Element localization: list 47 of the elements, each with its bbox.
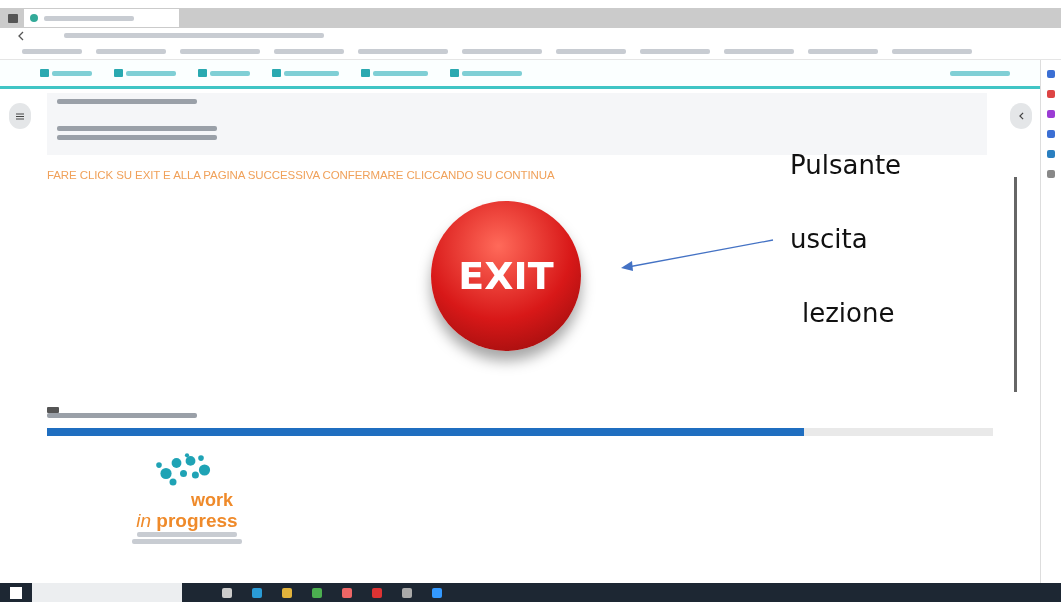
nav-link[interactable] xyxy=(40,69,92,77)
nav-link[interactable] xyxy=(114,69,176,77)
window-menu-icon[interactable] xyxy=(8,13,18,23)
taskbar-app-icon[interactable] xyxy=(342,587,352,598)
exit-button[interactable]: EXIT xyxy=(431,201,581,351)
taskbar-app-icon[interactable] xyxy=(252,587,262,598)
blurred-bookmark[interactable] xyxy=(96,48,166,54)
instruction-text: FARE CLICK SU EXIT E ALLA PAGINA SUCCESSIVA CONFERMARE CLICCANDO SU CONTINUA xyxy=(47,169,556,181)
annotation-text: uscita xyxy=(790,224,869,254)
sidebar-app-icon[interactable] xyxy=(1047,90,1055,98)
taskbar-search-field[interactable] xyxy=(32,583,182,602)
sidebar-app-icon[interactable] xyxy=(1047,70,1055,78)
back-icon[interactable] xyxy=(18,30,24,41)
sidebar-app-icon[interactable] xyxy=(1047,150,1055,158)
nav-link[interactable] xyxy=(450,69,522,77)
collapse-icon[interactable] xyxy=(1010,103,1032,129)
taskbar-app-icon[interactable] xyxy=(282,587,292,598)
taskbar-app-icon[interactable] xyxy=(312,587,322,598)
sidebar-app-icon[interactable] xyxy=(1047,170,1055,178)
blurred-bookmark[interactable] xyxy=(640,48,710,54)
blurred-bookmark[interactable] xyxy=(358,48,448,54)
blurred-bookmark[interactable] xyxy=(808,48,878,54)
logo-word: work xyxy=(191,492,233,509)
start-icon[interactable] xyxy=(10,586,22,599)
annotation-text: lezione xyxy=(802,298,896,328)
sidebar-app-icon[interactable] xyxy=(1047,130,1055,138)
taskbar-app-icon[interactable] xyxy=(402,587,412,598)
blurred-bookmark[interactable] xyxy=(22,48,82,54)
site-icon xyxy=(30,14,38,22)
taskbar-app-icon[interactable] xyxy=(432,587,442,598)
menu-icon[interactable] xyxy=(9,103,31,129)
blurred-bookmark[interactable] xyxy=(892,48,972,54)
blurred-bookmark[interactable] xyxy=(724,48,794,54)
logo-tagline: in progress xyxy=(136,511,238,530)
nav-link[interactable] xyxy=(361,69,428,77)
blurred-bookmark[interactable] xyxy=(556,48,626,54)
sidebar-app-icon[interactable] xyxy=(1047,110,1055,118)
blurred-bookmark[interactable] xyxy=(274,48,344,54)
blurred-bookmark[interactable] xyxy=(462,48,542,54)
nav-link[interactable] xyxy=(272,69,339,77)
annotation-text: Pulsante xyxy=(790,150,902,180)
taskbar-app-icon[interactable] xyxy=(222,587,232,598)
nav-link[interactable] xyxy=(950,70,1010,76)
blurred-bookmark[interactable] xyxy=(180,48,260,54)
small-button[interactable] xyxy=(47,407,59,413)
scrollbar[interactable] xyxy=(1014,177,1017,392)
nav-link[interactable] xyxy=(198,69,250,77)
